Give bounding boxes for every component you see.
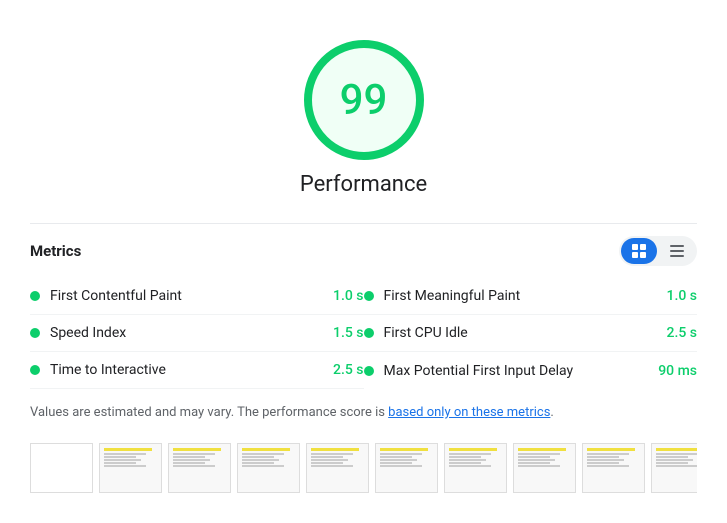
metric-name-fci: First CPU Idle — [384, 325, 640, 341]
filmstrip-frame-10 — [651, 443, 697, 493]
metric-dot-fid — [364, 366, 374, 376]
metric-row-fmp: First Meaningful Paint 1.0 s — [364, 278, 698, 315]
metric-row-tti: Time to Interactive 2.5 s — [30, 352, 364, 389]
metric-name-fid: Max Potential First Input Delay — [384, 363, 640, 379]
metric-value-fcp: 1.0 s — [314, 288, 364, 304]
metrics-title: Metrics — [30, 242, 81, 260]
metric-value-fci: 2.5 s — [647, 325, 697, 341]
metric-row-fcp: First Contentful Paint 1.0 s — [30, 278, 364, 315]
list-icon — [669, 243, 685, 259]
filmstrip-frame-5 — [306, 443, 369, 493]
metric-value-fmp: 1.0 s — [647, 288, 697, 304]
page-container: 99 Performance Metrics — [0, 0, 727, 523]
metric-dot-fmp — [364, 291, 374, 301]
filmstrip-frame-2 — [99, 443, 162, 493]
metric-row-fci: First CPU Idle 2.5 s — [364, 315, 698, 352]
metrics-section: Metrics — [30, 223, 697, 503]
metric-name-fmp: First Meaningful Paint — [384, 288, 640, 304]
filmstrip-frame-8 — [513, 443, 576, 493]
note-suffix: . — [550, 405, 553, 420]
metric-name-fcp: First Contentful Paint — [50, 288, 306, 304]
score-label: Performance — [300, 172, 427, 197]
note-link[interactable]: based only on these metrics — [388, 405, 550, 420]
filmstrip-frame-9 — [582, 443, 645, 493]
metric-dot-fci — [364, 328, 374, 338]
grid-view-button[interactable] — [621, 238, 657, 264]
filmstrip-frame-3 — [168, 443, 231, 493]
list-view-button[interactable] — [659, 238, 695, 264]
filmstrip — [30, 433, 697, 503]
view-toggle — [619, 236, 697, 266]
metric-row-fid: Max Potential First Input Delay 90 ms — [364, 352, 698, 389]
filmstrip-frame-7 — [444, 443, 507, 493]
filmstrip-frame-4 — [237, 443, 300, 493]
grid-icon — [631, 243, 647, 259]
score-value: 99 — [340, 76, 388, 125]
score-circle: 99 — [304, 40, 424, 160]
filmstrip-frame-1 — [30, 443, 93, 493]
metric-value-si: 1.5 s — [314, 325, 364, 341]
metrics-header: Metrics — [30, 236, 697, 266]
metric-dot-tti — [30, 365, 40, 375]
metric-dot-si — [30, 328, 40, 338]
metrics-note: Values are estimated and may vary. The p… — [30, 389, 697, 433]
metric-dot-fcp — [30, 291, 40, 301]
note-prefix: Values are estimated and may vary. The p… — [30, 405, 388, 420]
metrics-grid: First Contentful Paint 1.0 s First Meani… — [30, 278, 697, 389]
metric-value-fid: 90 ms — [647, 363, 697, 379]
score-section: 99 Performance — [30, 20, 697, 223]
metric-name-tti: Time to Interactive — [50, 362, 306, 378]
filmstrip-frame-6 — [375, 443, 438, 493]
metric-value-tti: 2.5 s — [314, 362, 364, 378]
metric-name-si: Speed Index — [50, 325, 306, 341]
metric-row-si: Speed Index 1.5 s — [30, 315, 364, 352]
